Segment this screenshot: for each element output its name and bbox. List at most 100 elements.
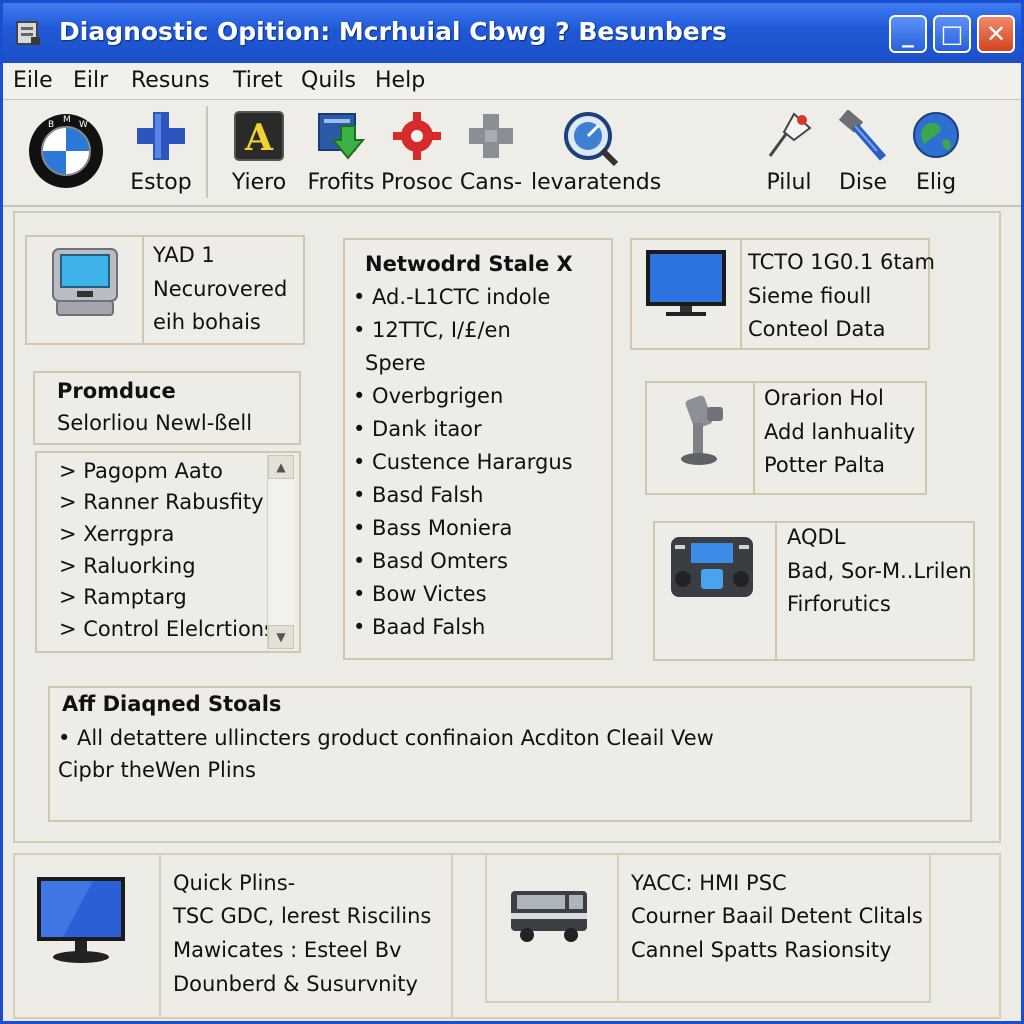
network-item: • Bow Victes bbox=[353, 582, 487, 606]
svg-text:A: A bbox=[244, 117, 274, 159]
quick-line-3: Mawicates : Esteel Bv bbox=[173, 938, 402, 962]
menu-file[interactable]: Eile bbox=[13, 68, 53, 93]
toolbar-separator bbox=[206, 106, 208, 198]
quick-line-2: TSC GDC, lerest Riscilins bbox=[173, 904, 432, 928]
diagnosed-line-1: • All detattere ullincters groduct confi… bbox=[58, 726, 714, 750]
device-line-2: Necurovered bbox=[153, 277, 288, 301]
panel-divider bbox=[617, 855, 619, 1001]
scroll-up-arrow-icon[interactable]: ▲ bbox=[268, 455, 294, 479]
menu-help[interactable]: Help bbox=[375, 68, 425, 93]
svg-text:W: W bbox=[79, 120, 88, 130]
monitor-line-1: TCTO 1G0.1 6tam bbox=[748, 250, 935, 274]
panel-divider bbox=[159, 855, 161, 1017]
toolbar-label: Elig bbox=[915, 170, 957, 195]
list-scrollbar[interactable]: ▲ ▼ bbox=[267, 455, 294, 649]
monitor-icon bbox=[37, 877, 125, 963]
produce-list[interactable]: > Pagopm Aato > Ranner Rabusfity > Xerrg… bbox=[35, 451, 301, 653]
svg-text:M: M bbox=[63, 115, 71, 125]
pin-icon bbox=[768, 112, 812, 157]
close-icon: ✕ bbox=[985, 20, 1007, 48]
toolbar-label: Estop bbox=[130, 170, 192, 195]
menu-quils[interactable]: Quils bbox=[301, 68, 356, 93]
panel-divider bbox=[753, 383, 755, 493]
list-item[interactable]: > Raluorking bbox=[59, 554, 196, 578]
toolbar-label: Pilul bbox=[766, 170, 812, 195]
toolbar-bmw-button[interactable]: B M W bbox=[21, 100, 111, 205]
svg-text:B: B bbox=[48, 120, 54, 130]
menu-edit[interactable]: Eilr bbox=[73, 68, 108, 93]
yacc-line-3: Cannel Spatts Rasionsity bbox=[631, 938, 892, 962]
toolbar-label: levaratends bbox=[531, 170, 662, 195]
bmw-logo-icon: B M W bbox=[29, 114, 103, 188]
aqdl-panel: AQDL Bad, Sor-M..Lrilen Firforutics bbox=[653, 521, 975, 661]
panel-divider bbox=[142, 237, 144, 343]
toolbar-levaratends-button[interactable]: levaratends bbox=[531, 100, 662, 205]
device-line-3: eih bohais bbox=[153, 310, 261, 334]
gear-icon bbox=[393, 112, 441, 160]
hammer-icon bbox=[838, 110, 887, 161]
list-item[interactable]: > Pagopm Aato bbox=[59, 459, 223, 483]
menu-tools[interactable]: Tiret bbox=[233, 68, 283, 93]
minimize-button[interactable]: _ bbox=[889, 15, 927, 53]
toolbar-elig-button[interactable]: Elig bbox=[903, 100, 969, 205]
quick-panel: Quick Plins- TSC GDC, lerest Riscilins M… bbox=[13, 853, 453, 1019]
toolbar-label: Dise bbox=[838, 170, 888, 195]
network-panel: Netwodrd Stale X • Ad.-L1CTC indole • 12… bbox=[343, 238, 613, 660]
device-line-1: YAD 1 bbox=[153, 243, 215, 267]
orarion-line-2: Add lanhuality bbox=[764, 420, 916, 444]
network-item: • Basd Falsh bbox=[353, 483, 484, 507]
aqdl-line-3: Firforutics bbox=[787, 592, 891, 616]
toolbar-pilul-button[interactable]: Pilul bbox=[755, 100, 823, 205]
letter-a-icon: A bbox=[234, 111, 284, 161]
maximize-icon: □ bbox=[940, 20, 964, 48]
network-title: Netwodrd Stale X bbox=[365, 252, 573, 276]
yacc-line-1: YACC: HMI PSC bbox=[631, 871, 787, 895]
monitor-line-2: Sieme fioull bbox=[748, 284, 872, 308]
title-bar[interactable]: Diagnostic Opition: Mcrhuial Cbwg ? Besu… bbox=[3, 3, 1021, 63]
panel-divider bbox=[740, 240, 742, 348]
scroll-down-arrow-icon[interactable]: ▼ bbox=[268, 625, 294, 649]
network-item: • Overbgrigen bbox=[353, 384, 504, 408]
device-scanner-icon bbox=[671, 537, 753, 597]
toolbar-cans-button[interactable]: Cans- bbox=[455, 100, 527, 205]
toolbar-prosoc-button[interactable]: Prosoc bbox=[379, 100, 455, 205]
monitor-panel: TCTO 1G0.1 6tam Sieme fioull Conteol Dat… bbox=[630, 238, 935, 350]
maximize-button[interactable]: □ bbox=[933, 15, 971, 53]
list-item[interactable]: > Xerrgpra bbox=[59, 522, 174, 546]
microscope-icon bbox=[681, 395, 723, 465]
produce-subtitle: Selorliou Newl-ßell bbox=[57, 411, 253, 435]
menu-results[interactable]: Resuns bbox=[131, 68, 210, 93]
yacc-panel: YACC: HMI PSC Courner Baail Detent Clita… bbox=[485, 853, 931, 1003]
quick-line-4: Dounberd & Susurvnity bbox=[173, 972, 418, 996]
network-item: • Baad Falsh bbox=[353, 615, 486, 639]
toolbar-dise-button[interactable]: Dise bbox=[829, 100, 897, 205]
aqdl-line-1: AQDL bbox=[787, 525, 846, 549]
app-icon bbox=[16, 21, 40, 45]
produce-title: Promduce bbox=[57, 379, 176, 403]
diagnosed-line-2: Cipbr theWen Plins bbox=[58, 758, 256, 782]
toolbar-frofits-button[interactable]: Frofits bbox=[303, 100, 379, 205]
list-item[interactable]: > Ranner Rabusfity bbox=[59, 490, 264, 514]
monitor-line-3: Conteol Data bbox=[748, 317, 886, 341]
menu-bar: Eile Eilr Resuns Tiret Quils Help bbox=[3, 63, 1021, 100]
network-item: • Bass Moniera bbox=[353, 516, 513, 540]
list-item[interactable]: > Ramptarg bbox=[59, 585, 187, 609]
app-window: Diagnostic Opition: Mcrhuial Cbwg ? Besu… bbox=[0, 0, 1024, 1024]
orarion-panel: Orarion Hol Add lanhuality Potter Palta bbox=[645, 381, 927, 495]
network-item: • Custence Harargus bbox=[353, 450, 573, 474]
network-item: • 12TTC, I/£/en bbox=[353, 318, 511, 342]
globe-icon bbox=[913, 112, 959, 158]
list-item[interactable]: > Control Elelcrtions bbox=[59, 617, 275, 641]
toolbar-label: Yiero bbox=[231, 170, 287, 195]
close-button[interactable]: ✕ bbox=[977, 15, 1015, 53]
toolbar-estop-button[interactable]: Estop bbox=[121, 100, 201, 205]
network-item: • Dank itaor bbox=[353, 417, 482, 441]
puzzle-icon bbox=[469, 114, 513, 158]
network-item: • Ad.-L1CTC indole bbox=[353, 285, 551, 309]
orarion-line-1: Orarion Hol bbox=[764, 386, 884, 410]
toolbar-yiero-button[interactable]: A Yiero bbox=[217, 100, 301, 205]
main-content: YAD 1 Necurovered eih bohais Promduce Se… bbox=[13, 211, 1001, 843]
diagnosed-panel: Aff Diaqned Stoals • All detattere ullin… bbox=[48, 686, 972, 822]
vehicle-icon bbox=[511, 891, 587, 942]
toolbar: B M W Estop A Yiero Frofits Prosoc Cans-… bbox=[3, 100, 1021, 207]
